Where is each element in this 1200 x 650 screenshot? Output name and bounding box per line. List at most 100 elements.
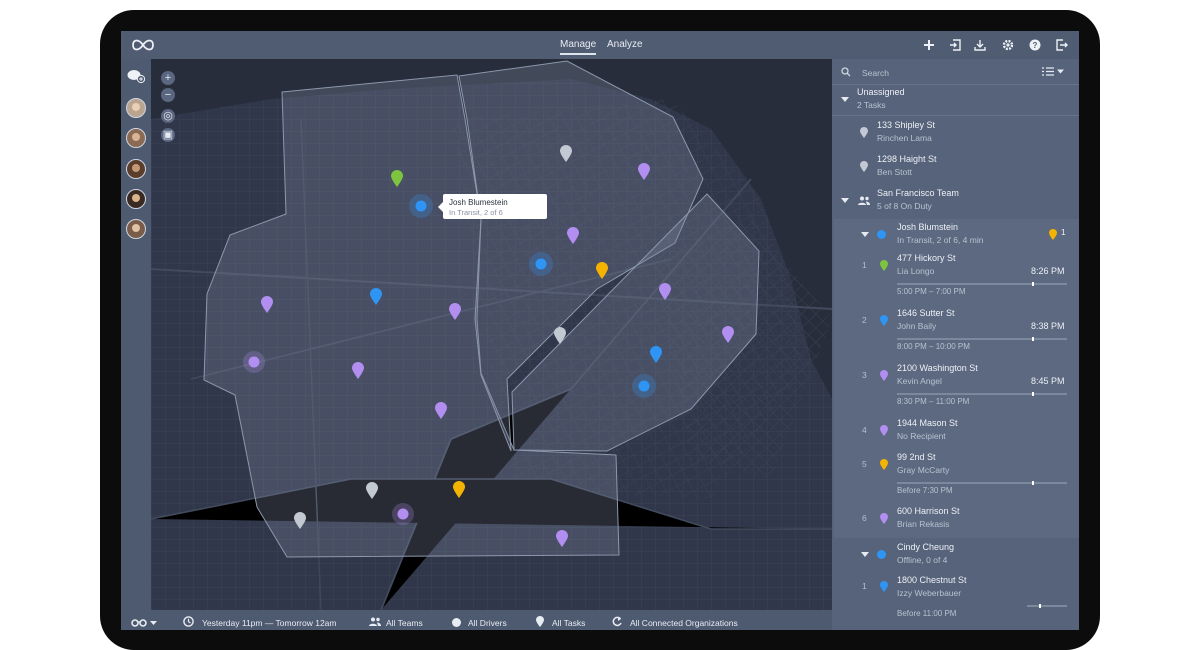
task-index: 4 [862, 425, 867, 435]
plus-icon[interactable] [921, 37, 937, 53]
avatar[interactable] [126, 98, 146, 118]
task-pin[interactable] [638, 163, 650, 180]
collapse-driver-icon[interactable] [861, 232, 869, 237]
tooltip-driver-name: Josh Blumestein [449, 198, 508, 207]
teams-filter[interactable]: All Teams [386, 618, 423, 628]
task-index: 1 [862, 260, 867, 270]
driver-marker[interactable] [415, 200, 427, 212]
list-sort-icon[interactable] [1042, 67, 1066, 76]
binoculars-icon[interactable] [131, 617, 159, 627]
help-icon[interactable]: ? [1027, 37, 1043, 53]
download-icon[interactable] [972, 37, 988, 53]
driver-marker[interactable] [535, 258, 547, 270]
task-progress [1027, 604, 1067, 608]
team-icon [858, 196, 870, 205]
task-pin[interactable] [449, 303, 461, 320]
task-index: 2 [862, 315, 867, 325]
avatar[interactable] [126, 219, 146, 239]
task-address: 133 Shipley St [877, 120, 936, 130]
task-progress [897, 481, 1067, 485]
task-address: 600 Harrison St [897, 506, 960, 516]
driver-tooltip: Josh Blumestein In Transit, 2 of 6 [438, 194, 547, 219]
drivers-filter[interactable]: All Drivers [468, 618, 507, 628]
avatar[interactable] [126, 159, 146, 179]
task-pin[interactable] [596, 262, 608, 279]
task-pin[interactable] [659, 283, 671, 300]
time-range-filter[interactable]: Yesterday 11pm — Tomorrow 12am [202, 618, 337, 628]
blue-pin-icon [880, 581, 888, 592]
task-pin[interactable] [556, 530, 568, 547]
logout-icon[interactable] [1054, 37, 1070, 53]
avatar[interactable] [126, 128, 146, 148]
task-recipient: Rinchen Lama [877, 133, 932, 143]
driver-name[interactable]: Josh Blumstein [897, 222, 958, 232]
task-pin-icon [880, 260, 888, 271]
import-icon[interactable] [947, 37, 963, 53]
task-pin[interactable] [650, 346, 662, 363]
task-window: 8:30 PM – 11:00 PM [897, 397, 970, 406]
task-pin-icon [880, 425, 888, 436]
task-recipient: Izzy Weberbauer [897, 588, 962, 598]
task-pin[interactable] [294, 512, 306, 529]
zoom-in-button[interactable]: + [161, 71, 175, 85]
collapse-team-icon[interactable] [841, 198, 849, 203]
task-pin-icon [880, 370, 888, 381]
search-input[interactable]: Search [862, 68, 889, 78]
driver-status-dot [877, 550, 886, 559]
driver-marker[interactable] [248, 356, 260, 368]
collapse-driver-icon[interactable] [861, 552, 869, 557]
task-address: 477 Hickory St [897, 253, 956, 263]
gray-pin-icon [860, 127, 868, 138]
infinity-logo-icon [132, 39, 154, 51]
task-pin[interactable] [453, 481, 465, 498]
avatar[interactable] [126, 189, 146, 209]
task-recipient: Gray McCarty [897, 465, 950, 475]
map-view[interactable]: + − ◎ ▣ Josh Blumestein In Transit, 2 of… [151, 59, 832, 610]
task-pin-icon [880, 459, 888, 470]
task-pin[interactable] [435, 402, 447, 419]
tasks-filter[interactable]: All Tasks [552, 618, 585, 628]
task-index: 5 [862, 459, 867, 469]
car-icon[interactable]: ▣ [161, 128, 175, 142]
task-window: Before 7:30 PM [897, 486, 953, 495]
task-address: 1800 Chestnut St [897, 575, 967, 585]
task-pin[interactable] [567, 227, 579, 244]
task-address: 2100 Washington St [897, 363, 978, 373]
task-pin[interactable] [391, 170, 403, 187]
task-eta: 8:38 PM [1031, 321, 1065, 331]
task-pin[interactable] [261, 296, 273, 313]
collapse-unassigned-icon[interactable] [841, 97, 849, 102]
driver-status: Offline, 0 of 4 [897, 555, 948, 565]
task-progress [897, 392, 1067, 396]
task-recipient: John Baily [897, 321, 937, 331]
search-bar[interactable]: Search [832, 59, 1079, 85]
task-address: 99 2nd St [897, 452, 936, 462]
chat-add-icon[interactable] [127, 68, 145, 84]
task-eta: 8:45 PM [1031, 376, 1065, 386]
tab-analyze[interactable]: Analyze [607, 39, 643, 50]
task-pin[interactable] [366, 482, 378, 499]
gear-icon[interactable] [1000, 37, 1016, 53]
task-pin[interactable] [352, 362, 364, 379]
task-pin[interactable] [370, 288, 382, 305]
zoom-out-button[interactable]: − [161, 88, 175, 102]
driver-name[interactable]: Cindy Cheung [897, 542, 954, 552]
task-address: 1646 Sutter St [897, 308, 955, 318]
driver-marker[interactable] [638, 380, 650, 392]
top-bar: Manage Analyze ? [121, 31, 1079, 59]
task-sidebar: Search Unassigned 2 Tasks 133 Shipley St… [832, 59, 1079, 630]
driver-marker[interactable] [397, 508, 409, 520]
task-pin[interactable] [554, 327, 566, 344]
task-recipient: Ben Stott [877, 167, 912, 177]
task-window: 8:00 PM – 10:00 PM [897, 342, 970, 351]
team-title[interactable]: San Francisco Team [877, 188, 959, 198]
organizations-filter[interactable]: All Connected Organizations [630, 618, 738, 628]
task-index: 6 [862, 513, 867, 523]
recenter-icon[interactable]: ◎ [161, 109, 175, 123]
task-pin[interactable] [722, 326, 734, 343]
drivers-dot-icon [452, 618, 461, 627]
task-pin[interactable] [560, 145, 572, 162]
tab-manage[interactable]: Manage [560, 39, 597, 55]
organizations-icon [612, 616, 622, 627]
yellow-pin-icon [1049, 229, 1057, 240]
